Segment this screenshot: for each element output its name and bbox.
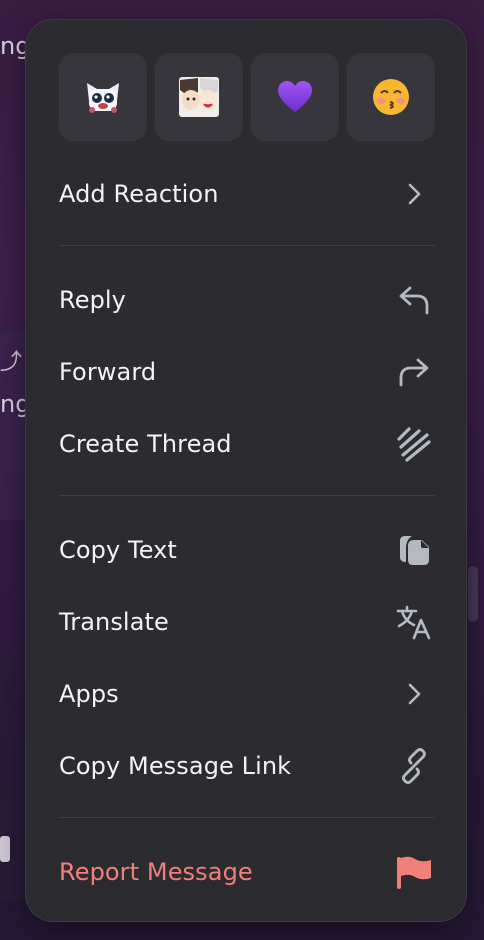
purple-heart-emoji xyxy=(278,81,312,112)
thread-icon xyxy=(394,424,434,464)
menu-item-translate[interactable]: Translate xyxy=(26,592,468,652)
quick-reaction-purple-heart[interactable] xyxy=(251,53,339,141)
menu-item-add-reaction[interactable]: Add Reaction xyxy=(26,164,468,224)
anime-pair-emoji xyxy=(179,77,219,117)
menu-separator xyxy=(59,495,435,496)
menu-item-label: Reply xyxy=(59,286,126,314)
menu-item-label: Copy Text xyxy=(59,536,177,564)
chevron-right-icon xyxy=(394,674,434,714)
menu-item-report-message[interactable]: Report Message xyxy=(26,842,468,902)
menu-item-apps[interactable]: Apps xyxy=(26,664,468,724)
menu-item-copy-message-link[interactable]: Copy Message Link xyxy=(26,736,468,796)
translate-icon xyxy=(394,602,434,642)
background-scroll-tab xyxy=(468,566,478,622)
menu-item-label: Copy Message Link xyxy=(59,752,292,780)
background-gift-icon xyxy=(0,830,12,872)
wolf-sticker-emoji xyxy=(87,83,119,113)
forward-arrow-icon xyxy=(394,352,434,392)
menu-item-copy-text[interactable]: Copy Text xyxy=(26,520,468,580)
chevron-right-icon xyxy=(394,174,434,214)
menu-item-label: Apps xyxy=(59,680,119,708)
menu-item-label: Report Message xyxy=(59,858,253,886)
link-icon xyxy=(394,746,434,786)
menu-item-label: Create Thread xyxy=(59,430,232,458)
menu-item-label: Forward xyxy=(59,358,157,386)
quick-reaction-anime[interactable] xyxy=(155,53,243,141)
quick-reaction-wolf[interactable] xyxy=(59,53,147,141)
menu-item-label: Translate xyxy=(59,608,169,636)
quick-reactions-row xyxy=(59,53,435,141)
flag-icon xyxy=(394,852,434,892)
message-context-menu: Add Reaction Reply Forward Create Thread xyxy=(25,19,467,922)
reply-arrow-icon xyxy=(394,280,434,320)
copy-icon xyxy=(394,530,434,570)
menu-separator xyxy=(59,245,435,246)
menu-item-create-thread[interactable]: Create Thread xyxy=(26,414,468,474)
kissing-face-emoji xyxy=(373,79,409,115)
quick-reaction-kissing-face[interactable] xyxy=(347,53,435,141)
menu-item-label: Add Reaction xyxy=(59,180,219,208)
menu-item-forward[interactable]: Forward xyxy=(26,342,468,402)
background-reply-glyph: ⤴ xyxy=(0,350,23,375)
menu-item-reply[interactable]: Reply xyxy=(26,270,468,330)
menu-separator xyxy=(59,817,435,818)
